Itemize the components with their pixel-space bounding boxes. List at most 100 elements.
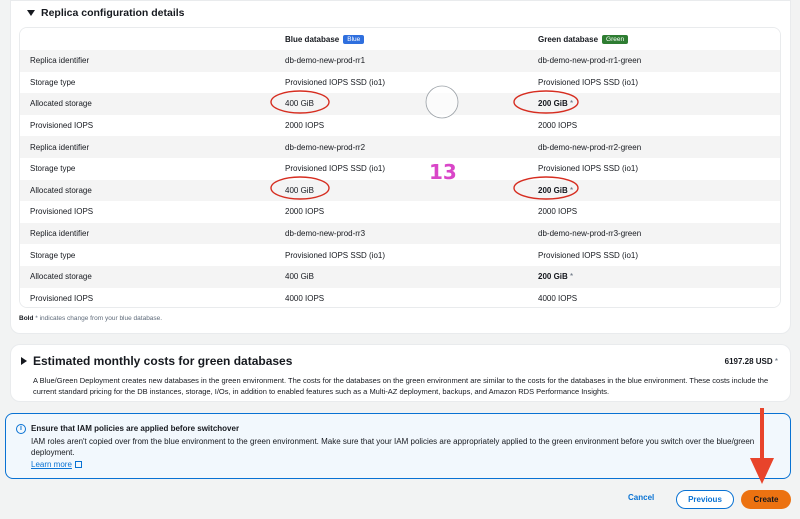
green-value: 2000 IOPS [527,114,780,137]
blue-value-text: 400 GiB [285,272,314,282]
green-value: Provisioned IOPS SSD (io1) [527,244,780,266]
row-label-text: Provisioned IOPS [30,121,94,131]
green-value: 200 GiB * [527,265,780,288]
blue-value: db-demo-new-prod-rr2 [274,136,527,158]
change-footnote: Bold * indicates change from your blue d… [19,315,162,322]
blue-value: db-demo-new-prod-rr1 [274,50,527,72]
blue-value-text: 400 GiB [285,185,314,195]
blue-value: 2000 IOPS [274,114,527,137]
row-label: Replica identifier [20,50,274,72]
green-value-text: 200 GiB [538,272,568,282]
table-row: Allocated storage 400 GiB 200 GiB * [20,265,780,288]
row-label-text: Replica identifier [30,56,90,66]
caret-right-icon[interactable] [21,357,27,365]
change-asterisk: * [567,185,574,195]
cost-title[interactable]: Estimated monthly costs for green databa… [33,354,292,368]
row-label-text: Allocated storage [30,272,92,282]
blue-value: 2000 IOPS [274,201,527,223]
row-label-text: Allocated storage [30,185,92,195]
footnote-text: * indicates change from your blue databa… [33,315,163,322]
header-green-database: Green database Green [527,28,780,50]
blue-value-text: 2000 IOPS [285,121,325,131]
green-value: 4000 IOPS [527,287,780,307]
alert-title: Ensure that IAM policies are applied bef… [31,424,240,433]
green-value-text: 2000 IOPS [538,207,578,217]
row-label-text: Storage type [30,250,76,260]
row-label: Replica identifier [20,222,274,245]
green-value-text: 200 GiB [538,99,568,109]
caret-down-icon [27,10,35,16]
row-label: Provisioned IOPS [20,201,274,223]
change-asterisk: * [567,272,574,282]
green-value: 2000 IOPS [527,201,780,223]
green-value: Provisioned IOPS SSD (io1) [527,71,780,94]
table-row: Provisioned IOPS 2000 IOPS 2000 IOPS [20,114,780,137]
replica-config-toggle[interactable]: Replica configuration details [27,7,185,19]
green-value-text: Provisioned IOPS SSD (io1) [538,250,639,260]
green-value: 200 GiB * [527,179,780,202]
table-row: Replica identifier db-demo-new-prod-rr3 db… [20,222,780,245]
cancel-button[interactable]: Cancel [628,493,654,502]
green-value-text: db-demo-new-prod-rr1-green [538,56,642,66]
blue-value-text: db-demo-new-prod-rr1 [285,56,366,66]
green-value-text: db-demo-new-prod-rr3-green [538,229,642,239]
replica-config-panel: Replica configuration details Blue datab… [10,0,791,334]
blue-value-text: db-demo-new-prod-rr3 [285,229,366,239]
green-badge: Green [602,34,629,44]
footnote-bold: Bold [19,315,34,322]
row-label: Storage type [20,244,274,266]
row-label: Allocated storage [20,179,274,202]
cost-description: A Blue/Green Deployment creates new data… [33,376,769,396]
row-label: Storage type [20,71,274,94]
table-row: Replica identifier db-demo-new-prod-rr2 db… [20,136,780,158]
row-label-text: Allocated storage [30,99,92,109]
row-label: Allocated storage [20,265,274,288]
blue-value: 400 GiB [274,93,527,115]
external-link-icon [74,461,82,468]
green-value-text: Provisioned IOPS SSD (io1) [538,77,639,87]
green-value: db-demo-new-prod-rr1-green [527,50,780,72]
blue-value: Provisioned IOPS SSD (io1) [274,71,527,94]
cost-amount: 6197.28 USD [724,357,773,366]
blue-value-text: 2000 IOPS [285,207,325,217]
table-row: Allocated storage 400 GiB 200 GiB * [20,93,780,115]
row-label: Allocated storage [20,93,274,115]
green-value: db-demo-new-prod-rr3-green [527,222,780,245]
blue-value: 4000 IOPS [274,287,527,307]
green-value-text: 4000 IOPS [538,293,578,303]
table-row: Storage type Provisioned IOPS SSD (io1) Pr… [20,244,780,266]
row-label: Replica identifier [20,136,274,158]
info-icon: i [16,424,26,434]
green-value-text: db-demo-new-prod-rr2-green [538,142,642,152]
step-number: 13 [429,160,457,184]
row-label-text: Storage type [30,77,76,87]
table-row: Replica identifier db-demo-new-prod-rr1 db… [20,50,780,72]
blue-value-text: 4000 IOPS [285,293,325,303]
green-value: db-demo-new-prod-rr2-green [527,136,780,158]
blue-value-text: db-demo-new-prod-rr2 [285,142,366,152]
row-label: Provisioned IOPS [20,114,274,137]
blue-value: Provisioned IOPS SSD (io1) [274,157,527,180]
green-value-text: 200 GiB [538,185,568,195]
blue-badge: Blue [343,34,365,44]
green-value: Provisioned IOPS SSD (io1) [527,157,780,180]
green-value: 200 GiB * [527,93,780,115]
blue-value: 400 GiB [274,179,527,202]
row-label-text: Provisioned IOPS [30,293,94,303]
alert-body: IAM roles aren't copied over from the bl… [31,437,755,457]
blue-value-text: 400 GiB [285,99,314,109]
replica-table: Blue database Blue Green database Green Re… [19,27,781,308]
change-asterisk: * [567,99,574,109]
learn-more-link[interactable]: Learn more [31,460,82,469]
cost-panel: Estimated monthly costs for green databa… [10,344,791,402]
header-col-label [20,28,274,50]
previous-button[interactable]: Previous [676,490,734,509]
create-button[interactable]: Create [741,490,791,509]
learn-more-label: Learn more [31,460,72,469]
table-row: Provisioned IOPS 4000 IOPS 4000 IOPS [20,287,780,307]
green-value-text: Provisioned IOPS SSD (io1) [538,164,639,174]
table-row: Storage type Provisioned IOPS SSD (io1) Pr… [20,157,780,180]
cost-mark: * [772,357,778,366]
section-title: Replica configuration details [41,7,185,19]
header-blue-database: Blue database Blue [274,28,527,50]
